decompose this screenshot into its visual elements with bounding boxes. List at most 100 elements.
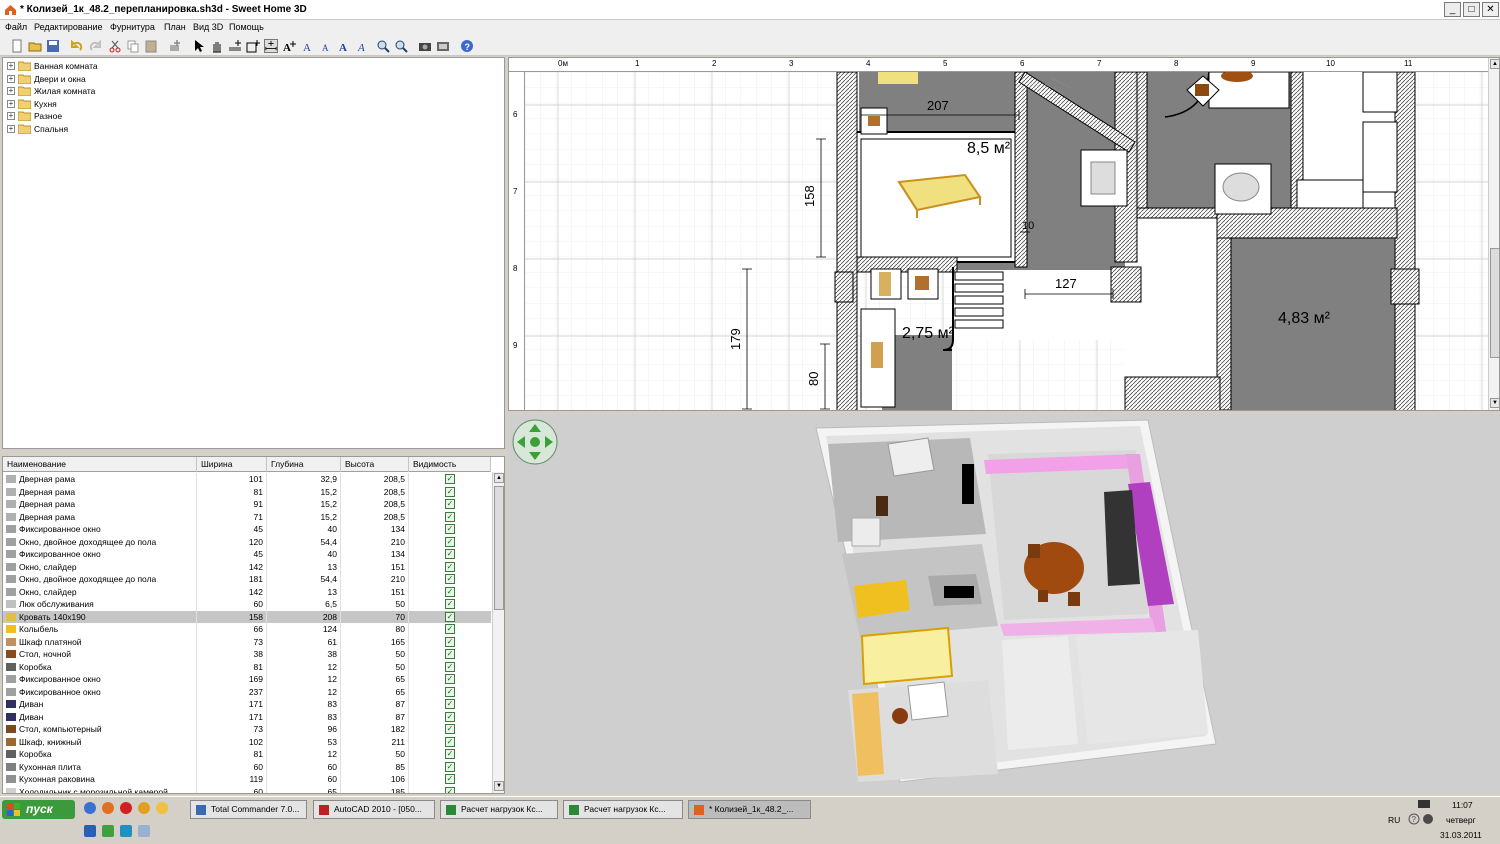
- table-row[interactable]: Фиксированное окно 45 40 134 ✓: [3, 523, 491, 536]
- table-row[interactable]: Кухонная плита 60 60 85 ✓: [3, 760, 491, 773]
- table-row[interactable]: Окно, слайдер 142 13 151 ✓: [3, 585, 491, 598]
- scroll-down-arrow-icon[interactable]: ▼: [1490, 398, 1499, 408]
- pan-hand-icon[interactable]: [210, 39, 224, 53]
- help-icon[interactable]: ?: [460, 39, 474, 53]
- plan-scrollbar[interactable]: ▲ ▼: [1488, 58, 1499, 410]
- visibility-checkbox[interactable]: ✓: [445, 599, 455, 609]
- visibility-checkbox[interactable]: ✓: [445, 524, 455, 534]
- table-row[interactable]: Коробка 81 12 50 ✓: [3, 748, 491, 761]
- task-autocad[interactable]: AutoCAD 2010 - [050...: [313, 800, 435, 819]
- ie-quicklaunch-icon[interactable]: [84, 802, 96, 814]
- monitor-tray-icon[interactable]: [1418, 800, 1430, 810]
- decrease-text-icon[interactable]: A: [320, 39, 334, 53]
- doc-quicklaunch-icon[interactable]: [138, 825, 150, 837]
- opera-quicklaunch-icon[interactable]: [120, 802, 132, 814]
- select-arrow-icon[interactable]: [192, 39, 206, 53]
- table-row[interactable]: Стол, ночной 38 38 50 ✓: [3, 648, 491, 661]
- tool-quicklaunch-icon[interactable]: [120, 825, 132, 837]
- table-row[interactable]: Дверная рама 81 15,2 208,5 ✓: [3, 485, 491, 498]
- stove-plan[interactable]: [1296, 179, 1364, 209]
- visibility-checkbox[interactable]: ✓: [445, 611, 455, 622]
- plan-drawing[interactable]: 207 158 10 127 179 80 8,5 м² 2,75 м² 4,8…: [525, 72, 1488, 411]
- scroll-thumb[interactable]: [1490, 248, 1499, 358]
- table-row[interactable]: Фиксированное окно 237 12 65 ✓: [3, 685, 491, 698]
- zoom-in-icon[interactable]: [376, 39, 390, 53]
- table-row[interactable]: Фиксированное окно 169 12 65 ✓: [3, 673, 491, 686]
- visibility-checkbox[interactable]: ✓: [445, 774, 455, 784]
- visibility-checkbox[interactable]: ✓: [445, 661, 455, 672]
- left-splitter[interactable]: [0, 449, 506, 456]
- clock-time[interactable]: 11:07: [1452, 800, 1473, 810]
- close-button[interactable]: ✕: [1482, 2, 1499, 17]
- photo-icon[interactable]: [418, 39, 432, 53]
- column-width[interactable]: Ширина: [197, 457, 267, 472]
- fridge-plan[interactable]: [1362, 121, 1398, 193]
- open-file-icon[interactable]: [28, 39, 42, 53]
- table-row[interactable]: Окно, двойное доходящее до пола 181 54,4 21…: [3, 573, 491, 586]
- expand-plus-icon[interactable]: +: [7, 124, 15, 133]
- new-file-icon[interactable]: [10, 39, 24, 53]
- add-text-icon[interactable]: A: [282, 39, 296, 53]
- table-row[interactable]: Дверная рама 71 15,2 208,5 ✓: [3, 510, 491, 523]
- visibility-checkbox[interactable]: ✓: [445, 649, 455, 659]
- visibility-checkbox[interactable]: ✓: [445, 786, 455, 793]
- table-row[interactable]: Дверная рама 91 15,2 208,5 ✓: [3, 498, 491, 511]
- create-walls-icon[interactable]: [228, 39, 242, 53]
- increase-text-icon[interactable]: A: [302, 39, 316, 53]
- app-quicklaunch-icon[interactable]: [156, 802, 168, 814]
- create-dimensions-icon[interactable]: [264, 39, 278, 53]
- table-row[interactable]: Окно, слайдер 142 13 151 ✓: [3, 560, 491, 573]
- expand-plus-icon[interactable]: +: [7, 99, 15, 108]
- menu-furniture[interactable]: Фурнитура: [110, 22, 155, 32]
- menu-3d-view[interactable]: Вид 3D: [193, 22, 223, 32]
- visibility-checkbox[interactable]: ✓: [445, 749, 455, 759]
- table-row[interactable]: Холодильник с морозильной камерой 60 65 185…: [3, 785, 491, 793]
- save-quicklaunch-icon[interactable]: [84, 825, 96, 837]
- column-name[interactable]: Наименование: [3, 457, 197, 472]
- task-excel-1[interactable]: Расчет нагрузок Кс...: [440, 800, 558, 819]
- column-height[interactable]: Высота: [341, 457, 409, 472]
- expand-plus-icon[interactable]: +: [7, 74, 15, 83]
- visibility-checkbox[interactable]: ✓: [445, 499, 455, 509]
- create-rooms-icon[interactable]: [246, 39, 260, 53]
- drive-quicklaunch-icon[interactable]: [102, 825, 114, 837]
- stairs-plan[interactable]: [954, 271, 1004, 329]
- menu-edit[interactable]: Редактирование: [34, 22, 103, 32]
- furniture-scrollbar[interactable]: ▲ ▼: [492, 472, 504, 793]
- scroll-thumb[interactable]: [494, 486, 504, 610]
- bold-text-icon[interactable]: A: [338, 39, 352, 53]
- visibility-checkbox[interactable]: ✓: [445, 674, 455, 684]
- scroll-up-arrow-icon[interactable]: ▲: [1490, 59, 1499, 69]
- chrome-quicklaunch-icon[interactable]: [138, 802, 150, 814]
- expand-plus-icon[interactable]: +: [7, 87, 15, 95]
- paste-icon[interactable]: [144, 39, 158, 53]
- menu-file[interactable]: Файл: [5, 22, 27, 32]
- visibility-checkbox[interactable]: ✓: [445, 511, 455, 522]
- table-row[interactable]: Стол, компьютерный 73 96 182 ✓: [3, 723, 491, 736]
- add-furniture-icon[interactable]: [168, 39, 182, 53]
- minimize-button[interactable]: _: [1444, 2, 1461, 17]
- language-indicator[interactable]: RU: [1388, 815, 1400, 825]
- table-row[interactable]: Люк обслуживания 60 6,5 50 ✓: [3, 598, 491, 611]
- table-row[interactable]: Диван 171 83 87 ✓: [3, 698, 491, 711]
- zoom-out-icon[interactable]: [394, 39, 408, 53]
- visibility-checkbox[interactable]: ✓: [445, 536, 455, 547]
- visibility-checkbox[interactable]: ✓: [445, 624, 455, 634]
- visibility-checkbox[interactable]: ✓: [445, 474, 455, 484]
- undo-icon[interactable]: [70, 39, 84, 53]
- visibility-checkbox[interactable]: ✓: [445, 736, 455, 747]
- 3d-render[interactable]: [508, 414, 1500, 794]
- tray-app-icon[interactable]: [1422, 813, 1434, 825]
- table-row[interactable]: Шкаф платяной 73 61 165 ✓: [3, 635, 491, 648]
- firefox-quicklaunch-icon[interactable]: [102, 802, 114, 814]
- column-visibility[interactable]: Видимость: [409, 457, 491, 472]
- table-row[interactable]: Кровать 140х190 158 208 70 ✓: [3, 610, 491, 623]
- table-row[interactable]: Диван 171 83 87 ✓: [3, 710, 491, 723]
- expand-plus-icon[interactable]: +: [7, 62, 15, 70]
- table-row[interactable]: Дверная рама 101 32,9 208,5 ✓: [3, 473, 491, 486]
- menu-help[interactable]: Помощь: [229, 22, 264, 32]
- table-row[interactable]: Кухонная раковина 119 60 106 ✓: [3, 773, 491, 786]
- column-depth[interactable]: Глубина: [267, 457, 341, 472]
- save-icon[interactable]: [46, 39, 60, 53]
- video-icon[interactable]: [436, 39, 450, 53]
